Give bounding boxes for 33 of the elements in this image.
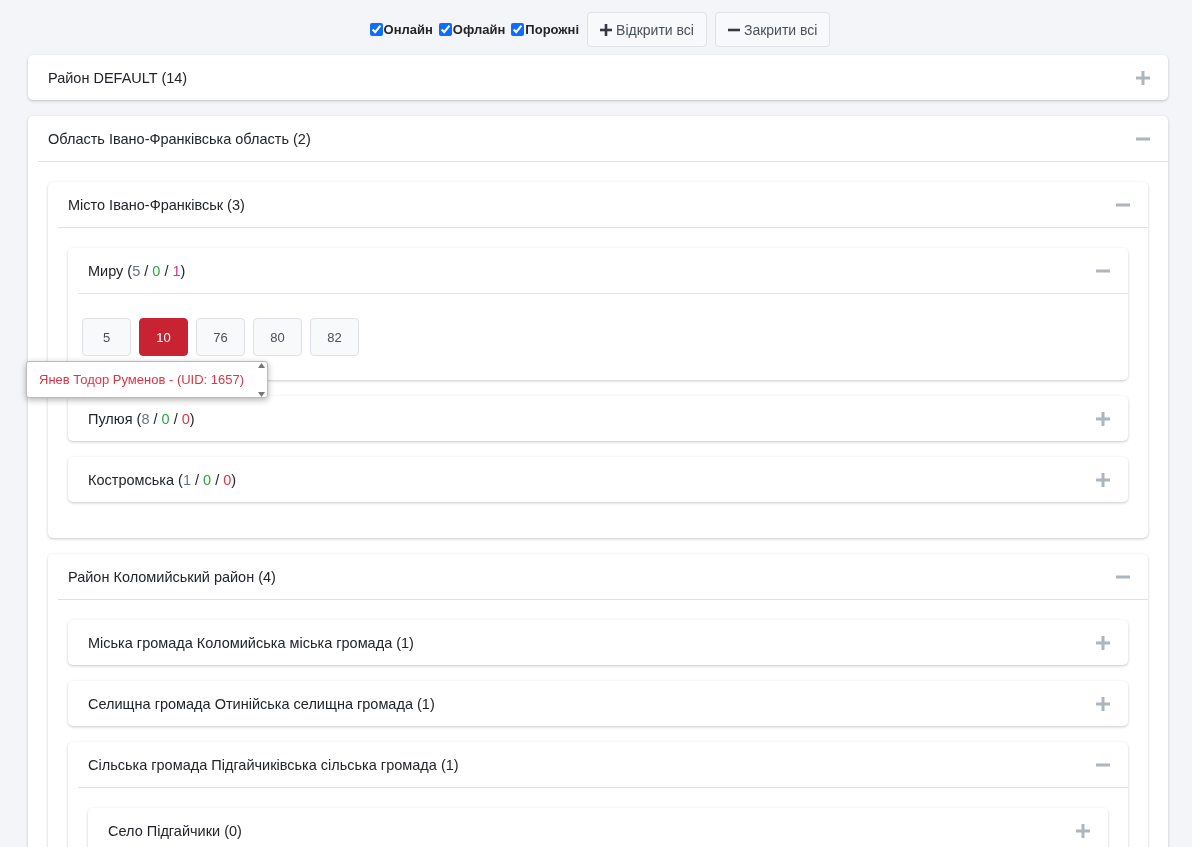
device-button[interactable]: 80 [253,318,302,356]
panel-title[interactable]: Сільська громада Підгайчиківська сільська громада (1) [88,756,459,773]
device-button[interactable]: 82 [310,318,359,356]
panel-title[interactable]: Район Коломийський район (4) [68,568,276,585]
device-button[interactable]: 76 [196,318,245,356]
expand-icon[interactable] [1096,635,1110,650]
panel-title[interactable]: Миру (5 / 0 / 1) [88,262,186,279]
checkbox[interactable] [511,23,525,36]
expand-icon[interactable] [1096,472,1110,487]
checkbox[interactable] [369,23,383,36]
expand-icon[interactable] [1076,823,1090,838]
device-button[interactable]: 5 [82,318,131,356]
panel-title[interactable]: Місто Івано-Франківськ (3) [68,196,245,213]
panel-title[interactable]: Пулюя (8 / 0 / 0) [88,410,195,427]
panel-title[interactable]: Селищна громада Отинійська селищна громада (1) [88,695,435,712]
checkbox-label[interactable]: Офлайн [452,22,506,37]
panel-title[interactable]: Міська громада Коломийська міська громада (1) [88,634,414,651]
tooltip-popup: Янев Тодор Руменов - (UID: 1657) [26,361,269,398]
panel-title[interactable]: Село Підгайчики (0) [108,822,242,839]
collapse-all-button[interactable]: Закрити всі [714,12,831,47]
scroll-arrows-icon [256,362,268,397]
expand-all-button[interactable]: Відкрити всі [587,12,707,47]
plus-icon [600,23,613,36]
checkbox-label[interactable]: Онлайн [383,22,433,37]
expand-icon[interactable] [1136,70,1150,85]
expand-icon[interactable] [1096,696,1110,711]
checkbox-label[interactable]: Порожні [525,22,580,37]
expand-icon[interactable] [1096,411,1110,426]
device-button[interactable]: 10 [139,318,188,356]
panel-title[interactable]: Костромська (1 / 0 / 0) [88,471,237,488]
panel-title[interactable]: Область Івано-Франківська область (2) [48,130,311,147]
panel-title[interactable]: Район DEFAULT (14) [48,69,188,86]
checkbox[interactable] [438,23,452,36]
